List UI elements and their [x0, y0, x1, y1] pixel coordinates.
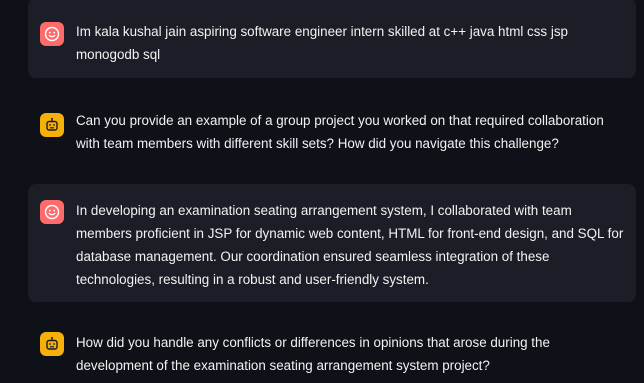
user-avatar: [40, 200, 64, 224]
chat-container: Im kala kushal jain aspiring software en…: [0, 0, 644, 383]
smiley-face-icon: [44, 204, 60, 220]
robot-face-icon: [46, 117, 58, 131]
chat-message-user: In developing an examination seating arr…: [28, 184, 636, 302]
smiley-face-icon: [44, 26, 60, 42]
chat-message-assistant: Can you provide an example of a group pr…: [28, 95, 636, 175]
assistant-avatar: [40, 113, 64, 137]
assistant-avatar: [40, 332, 64, 356]
user-avatar: [40, 22, 64, 46]
message-text: How did you handle any conflicts or diff…: [76, 335, 550, 373]
message-text: Can you provide an example of a group pr…: [76, 113, 604, 151]
chat-message-user: Im kala kushal jain aspiring software en…: [28, 0, 636, 78]
chat-message-assistant: How did you handle any conflicts or diff…: [28, 320, 636, 383]
robot-face-icon: [46, 336, 58, 350]
message-text: In developing an examination seating arr…: [76, 203, 624, 287]
message-text: Im kala kushal jain aspiring software en…: [76, 24, 568, 62]
